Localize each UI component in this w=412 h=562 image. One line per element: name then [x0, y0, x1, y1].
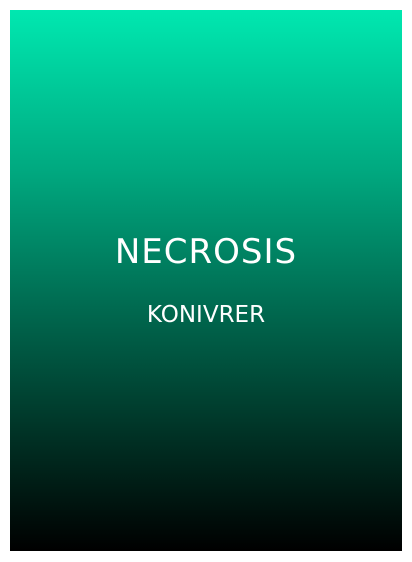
card-cover[interactable]: NECROSIS KONIVRER [10, 10, 402, 551]
card-subtitle: KONIVRER [146, 302, 266, 328]
card-title: NECROSIS [114, 232, 298, 272]
